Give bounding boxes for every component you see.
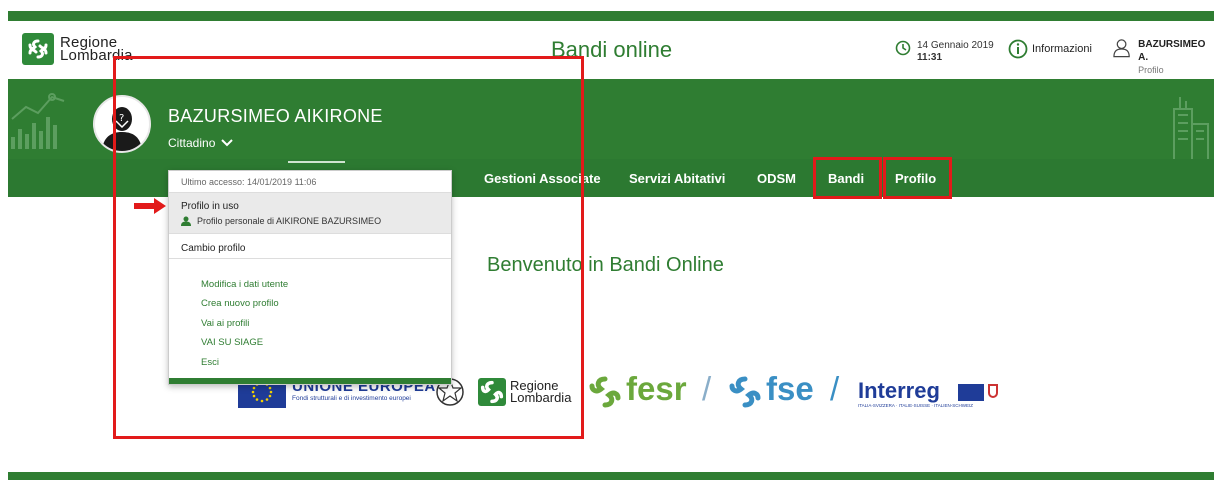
- regione-logo-icon: [22, 33, 54, 65]
- interreg-subtitle: ITALIA-SVIZZERA · ITALIE-SUISSE · ITALIE…: [858, 403, 974, 408]
- user-icon: [1113, 39, 1130, 58]
- change-profile-heading: Cambio profilo: [169, 234, 451, 259]
- slash-text-2: /: [830, 370, 840, 407]
- red-arrow-icon: [134, 198, 166, 214]
- nav-servizi-abitativi[interactable]: Servizi Abitativi: [629, 171, 725, 186]
- date-text: 14 Gennaio 2019: [917, 40, 994, 51]
- fse-text: fse: [766, 370, 814, 407]
- swiss-shield-icon: [988, 384, 998, 398]
- link-modifica-dati[interactable]: Modifica i dati utente: [201, 279, 288, 290]
- user-menu[interactable]: BAZURSIMEO A. Profilo: [1113, 38, 1214, 77]
- profile-in-use[interactable]: Profilo in uso Profilo personale di AIKI…: [169, 193, 451, 234]
- clock-icon: [895, 40, 911, 56]
- bottom-stripe: [8, 472, 1214, 480]
- dropdown-bottom-bar: [169, 378, 451, 384]
- fesr-symbol-icon: [589, 376, 621, 408]
- slash-text: /: [702, 370, 712, 407]
- top-stripe: [8, 11, 1214, 21]
- user-short-name: BAZURSIMEO A.: [1138, 39, 1206, 63]
- profile-dropdown: Ultimo accesso: 14/01/2019 11:06 Profilo…: [168, 170, 452, 385]
- highlight-profilo: [883, 157, 952, 199]
- interreg-text: Interreg: [858, 378, 940, 403]
- info-button[interactable]: Informazioni: [1008, 39, 1092, 59]
- highlight-bandi: [813, 157, 882, 199]
- nav-odsm[interactable]: ODSM: [757, 171, 796, 186]
- last-access: Ultimo accesso: 14/01/2019 11:06: [169, 171, 451, 193]
- date-time: 14 Gennaio 2019 11:31: [895, 40, 994, 64]
- link-crea-profilo[interactable]: Crea nuovo profilo: [201, 298, 279, 309]
- profile-in-use-title: Profilo in uso: [181, 201, 239, 212]
- link-esci[interactable]: Esci: [201, 357, 219, 368]
- building-decoration-icon: [1173, 97, 1209, 159]
- user-small-icon: [181, 216, 191, 226]
- user-sub-label: Profilo: [1138, 65, 1164, 75]
- info-label: Informazioni: [1032, 43, 1092, 55]
- interreg-eu-flag-icon: [958, 384, 984, 401]
- fse-symbol-icon: [729, 376, 761, 408]
- fesr-text: fesr: [626, 370, 687, 407]
- profile-in-use-name: Profilo personale di AIKIRONE BAZURSIMEO: [197, 216, 382, 226]
- info-icon: [1008, 39, 1028, 59]
- chart-decoration-icon: [11, 93, 65, 149]
- link-vai-profili[interactable]: Vai ai profili: [201, 318, 249, 329]
- link-vai-siage[interactable]: VAI SU SIAGE: [201, 337, 263, 348]
- time-text: 11:31: [917, 52, 943, 63]
